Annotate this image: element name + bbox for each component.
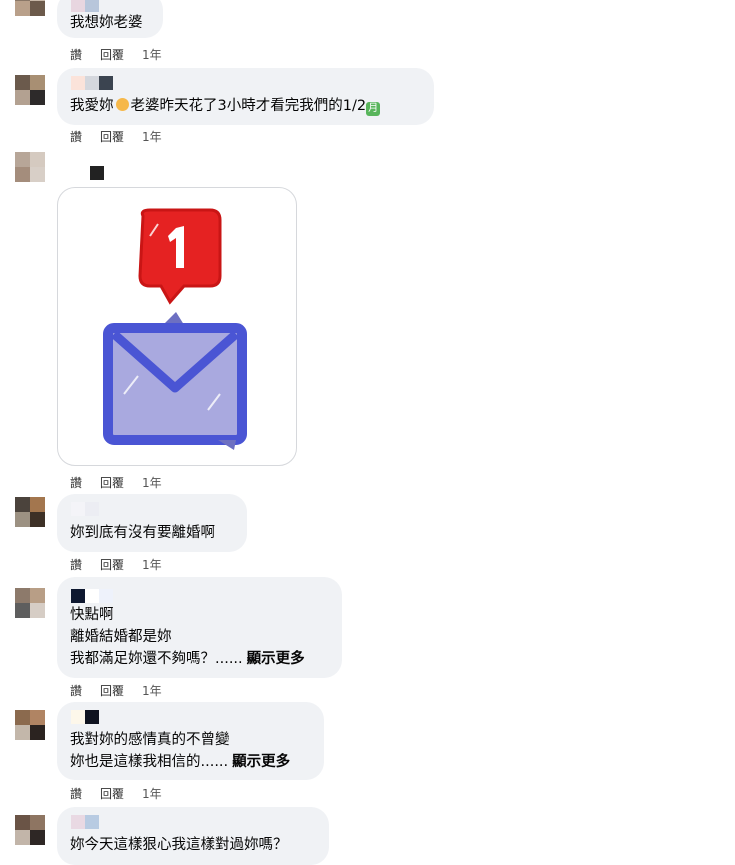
like-button[interactable]: 讚 — [70, 556, 82, 573]
sticker-image[interactable] — [57, 187, 297, 466]
avatar[interactable] — [15, 588, 45, 618]
comment-text-line: 我都滿足妳還不夠嗎？...... 顯示更多 — [70, 648, 305, 670]
timestamp[interactable]: 1年 — [142, 556, 162, 573]
comment-text-line: 我對妳的感情真的不曾變 — [70, 732, 230, 748]
comment-actions: 讚 回覆 1年 — [70, 556, 162, 573]
avatar[interactable] — [15, 152, 45, 182]
timestamp[interactable]: 1年 — [142, 682, 162, 699]
avatar[interactable] — [15, 815, 45, 845]
kissing-face-icon — [115, 98, 129, 111]
see-more-link[interactable]: 顯示更多 — [232, 754, 290, 770]
author-name-redacted[interactable] — [90, 166, 104, 180]
timestamp[interactable]: 1年 — [142, 128, 162, 145]
reply-button[interactable]: 回覆 — [100, 682, 124, 699]
see-more-link[interactable]: 顯示更多 — [247, 651, 305, 667]
like-button[interactable]: 讚 — [70, 785, 82, 802]
comment-text-part: 老婆昨天花了3小時才看完我們的1/2 — [130, 98, 367, 114]
avatar[interactable] — [15, 497, 45, 527]
reply-button[interactable]: 回覆 — [100, 474, 124, 491]
comment-text-line: 快點啊 — [70, 607, 114, 623]
avatar[interactable] — [15, 75, 45, 105]
author-name-redacted[interactable] — [71, 0, 99, 12]
timestamp[interactable]: 1年 — [142, 46, 162, 63]
month-icon: 月 — [366, 102, 381, 116]
author-name-redacted[interactable] — [71, 589, 113, 603]
comment-actions: 讚 回覆 1年 — [70, 474, 162, 491]
comment-text-line: 妳也是這樣我相信的...... 顯示更多 — [70, 751, 290, 773]
avatar[interactable] — [15, 0, 45, 16]
comment-text: 妳到底有沒有要離婚啊 — [70, 525, 215, 541]
author-name-redacted[interactable] — [71, 502, 99, 516]
comment-text: 妳今天這樣狠心我這樣對過妳嗎？ — [70, 837, 288, 853]
reply-button[interactable]: 回覆 — [100, 128, 124, 145]
timestamp[interactable]: 1年 — [142, 474, 162, 491]
author-name-redacted[interactable] — [71, 815, 99, 829]
reply-button[interactable]: 回覆 — [100, 785, 124, 802]
comment-actions: 讚 回覆 1年 — [70, 682, 162, 699]
comment-bubble: 快點啊 離婚結婚都是妳 我都滿足妳還不夠嗎？...... 顯示更多 — [57, 577, 342, 678]
like-button[interactable]: 讚 — [70, 46, 82, 63]
comment-text: 我想妳老婆 — [70, 15, 143, 31]
comment-text-part: 我愛妳 — [70, 98, 114, 114]
like-button[interactable]: 讚 — [70, 128, 82, 145]
reply-button[interactable]: 回覆 — [100, 556, 124, 573]
comment-text-part: 我都滿足妳還不夠嗎？...... — [70, 651, 243, 667]
comment-bubble: 妳今天這樣狠心我這樣對過妳嗎？ — [57, 807, 329, 865]
avatar[interactable] — [15, 710, 45, 740]
like-button[interactable]: 讚 — [70, 682, 82, 699]
comment-actions: 讚 回覆 1年 — [70, 46, 162, 63]
reply-button[interactable]: 回覆 — [100, 46, 124, 63]
notification-envelope-sticker — [103, 208, 247, 450]
comment-bubble: 妳到底有沒有要離婚啊 — [57, 494, 247, 552]
comment-bubble: 我愛妳 老婆昨天花了3小時才看完我們的1/2 月 — [57, 68, 434, 125]
timestamp[interactable]: 1年 — [142, 785, 162, 802]
comment-text: 我愛妳 老婆昨天花了3小時才看完我們的1/2 月 — [70, 95, 381, 117]
author-name-redacted[interactable] — [71, 76, 113, 90]
like-button[interactable]: 讚 — [70, 474, 82, 491]
comment-text-line: 離婚結婚都是妳 — [70, 629, 172, 645]
comment-actions: 讚 回覆 1年 — [70, 785, 162, 802]
comment-actions: 讚 回覆 1年 — [70, 128, 162, 145]
comment-bubble: 我想妳老婆 — [57, 0, 163, 38]
comment-text-part: 妳也是這樣我相信的...... — [70, 754, 229, 770]
comment-bubble: 我對妳的感情真的不曾變 妳也是這樣我相信的...... 顯示更多 — [57, 702, 324, 780]
author-name-redacted[interactable] — [71, 710, 99, 724]
